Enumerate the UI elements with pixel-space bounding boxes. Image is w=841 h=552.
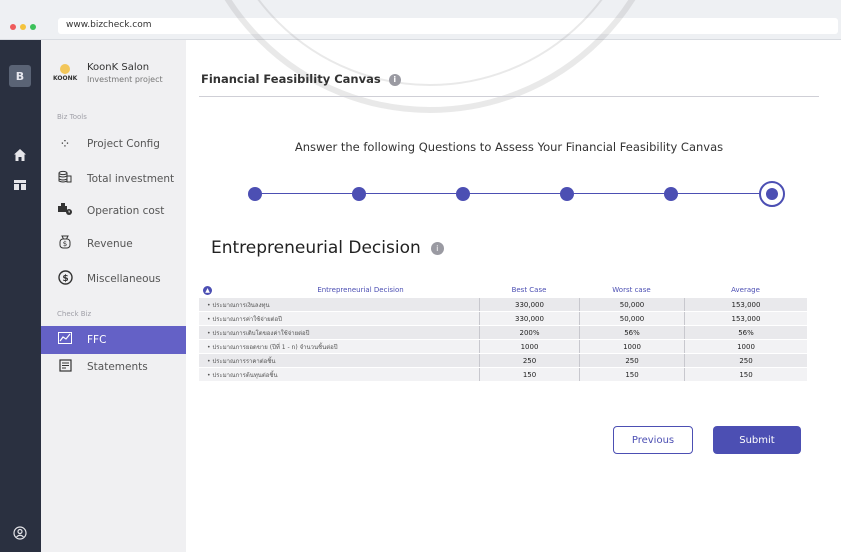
row-label: • ประมาณการเงินลงทุน (207, 301, 270, 309)
previous-button[interactable]: Previous (613, 426, 693, 454)
stepper-line (255, 193, 771, 194)
cell-value[interactable]: 50,000 (579, 298, 684, 311)
truck-clock-icon (57, 202, 73, 220)
cell-value[interactable]: 250 (684, 354, 807, 367)
decision-table: ▲ Entrepreneurial Decision Best Case Wor… (199, 282, 807, 382)
column-header: Best Case (511, 286, 547, 294)
table-row: • ประมาณการค่าใช้จ่ายต่อปี 330,000 50,00… (199, 312, 807, 326)
document-icon (57, 358, 73, 376)
app-logo[interactable]: B (9, 65, 31, 87)
sidebar-item-operation-cost[interactable]: Operation cost (41, 197, 186, 225)
table-row: • ประมาณการต้นทุนต่อชิ้น 150 150 150 (199, 368, 807, 382)
row-label: • ประมาณการต้นทุนต่อชิ้น (207, 371, 278, 379)
step-6-current[interactable] (759, 181, 785, 207)
chart-icon (57, 332, 73, 348)
project-logo: KOONK (53, 62, 77, 86)
progress-stepper (245, 180, 785, 208)
cell-value[interactable]: 150 (479, 368, 579, 381)
cell-value[interactable]: 150 (684, 368, 807, 381)
table-row: • ประมาณการเติบโตของค่าใช้จ่ายต่อปี 200%… (199, 326, 807, 340)
cell-value[interactable]: 153,000 (684, 298, 807, 311)
table-body: • ประมาณการเงินลงทุน 330,000 50,000 153,… (199, 298, 807, 382)
minimize-window-dot[interactable] (20, 24, 26, 30)
check-biz-label: Check Biz (57, 310, 92, 318)
maximize-window-dot[interactable] (30, 24, 36, 30)
app-rail: B (0, 40, 41, 552)
sidebar-item-project-config[interactable]: ⁘ Project Config (41, 130, 186, 158)
project-brand[interactable]: KOONK KoonK Salon Investment project (53, 62, 163, 86)
biz-tools-label: Biz Tools (57, 113, 87, 121)
row-label: • ประมาณการค่าใช้จ่ายต่อปี (207, 315, 282, 323)
cell-value[interactable]: 150 (579, 368, 684, 381)
row-label: • ประมาณการราคาต่อชิ้น (207, 357, 276, 365)
row-label: • ประมาณการเติบโตของค่าใช้จ่ายต่อปี (207, 329, 310, 337)
cell-value[interactable]: 330,000 (479, 298, 579, 311)
row-label: • ประมาณการยอดขาย (ปีที่ 1 - n) จำนวนชิ้… (207, 343, 338, 351)
collapse-icon[interactable]: ▲ (203, 285, 212, 295)
cell-value[interactable]: 1000 (684, 340, 807, 353)
cell-value[interactable]: 153,000 (684, 312, 807, 325)
sidebar-item-miscellaneous[interactable]: $ Miscellaneous (41, 265, 186, 293)
title-divider (199, 96, 819, 97)
step-5[interactable] (664, 187, 678, 201)
project-name: KoonK Salon (87, 62, 150, 73)
column-header: Average (731, 286, 760, 294)
dollar-circle-icon: $ (57, 269, 73, 289)
section-title: Entrepreneurial Decision i (211, 238, 444, 258)
coins-icon (57, 170, 73, 188)
info-icon[interactable]: i (430, 241, 444, 255)
url-bar[interactable]: www.bizcheck.com (58, 18, 838, 34)
sidebar-item-revenue[interactable]: $ Revenue (41, 230, 186, 258)
step-1[interactable] (248, 187, 262, 201)
cell-value[interactable]: 1000 (479, 340, 579, 353)
nodes-icon: ⁘ (59, 136, 71, 152)
page-title: Financial Feasibility Canvas i (201, 72, 401, 86)
step-3[interactable] (456, 187, 470, 201)
browser-bar: www.bizcheck.com (0, 0, 841, 40)
sidebar-item-total-investment[interactable]: Total investment (41, 165, 186, 193)
cell-value[interactable]: 250 (479, 354, 579, 367)
question-prompt: Answer the following Questions to Assess… (294, 140, 724, 154)
cell-value[interactable]: 1000 (579, 340, 684, 353)
cell-value[interactable]: 50,000 (579, 312, 684, 325)
sidebar: KOONK KoonK Salon Investment project Biz… (41, 40, 186, 552)
table-header: ▲ Entrepreneurial Decision Best Case Wor… (199, 282, 807, 298)
table-row: • ประมาณการยอดขาย (ปีที่ 1 - n) จำนวนชิ้… (199, 340, 807, 354)
user-circle-icon[interactable] (13, 526, 27, 543)
cell-value[interactable]: 330,000 (479, 312, 579, 325)
close-window-dot[interactable] (10, 24, 16, 30)
step-4[interactable] (560, 187, 574, 201)
svg-text:$: $ (63, 240, 67, 248)
step-2[interactable] (352, 187, 366, 201)
column-header: Worst case (612, 286, 651, 294)
svg-text:$: $ (62, 274, 68, 284)
cell-value[interactable]: 250 (579, 354, 684, 367)
money-bag-icon: $ (57, 235, 73, 253)
sidebar-item-statements[interactable]: Statements (41, 353, 186, 381)
submit-button[interactable]: Submit (713, 426, 801, 454)
project-subtitle: Investment project (87, 75, 163, 84)
cell-value[interactable]: 56% (579, 326, 684, 339)
info-icon[interactable]: i (388, 73, 401, 86)
dashboard-icon[interactable] (13, 178, 27, 195)
sidebar-item-ffc[interactable]: FFC (41, 326, 186, 354)
column-header: Entrepreneurial Decision (317, 286, 404, 294)
cell-value[interactable]: 56% (684, 326, 807, 339)
table-row: • ประมาณการเงินลงทุน 330,000 50,000 153,… (199, 298, 807, 312)
home-icon[interactable] (13, 148, 27, 165)
table-row: • ประมาณการราคาต่อชิ้น 250 250 250 (199, 354, 807, 368)
cell-value[interactable]: 200% (479, 326, 579, 339)
